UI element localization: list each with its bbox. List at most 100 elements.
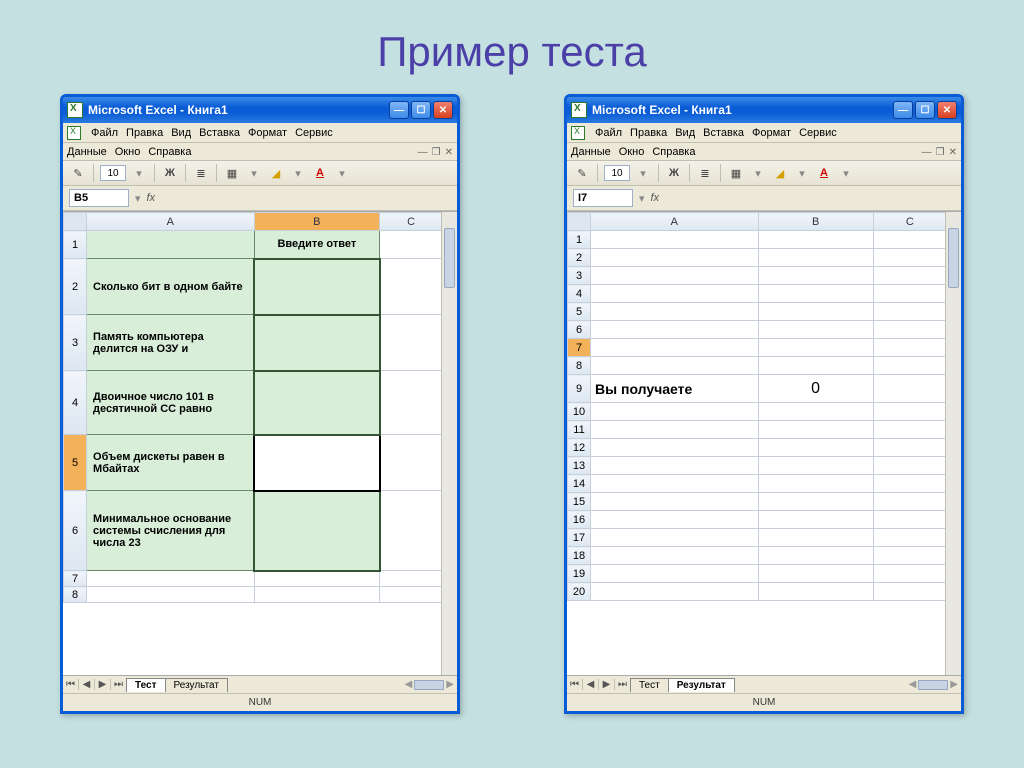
- row-header[interactable]: 8: [568, 357, 591, 375]
- tab-nav-next-icon[interactable]: ▶: [599, 679, 615, 690]
- cell[interactable]: [591, 439, 759, 457]
- cell[interactable]: [758, 457, 873, 475]
- row-header[interactable]: 13: [568, 457, 591, 475]
- cell[interactable]: [591, 565, 759, 583]
- cell[interactable]: [873, 231, 946, 249]
- row-header[interactable]: 10: [568, 403, 591, 421]
- menu-file[interactable]: Файл: [595, 127, 622, 139]
- cell[interactable]: [873, 285, 946, 303]
- menu-help[interactable]: Справка: [652, 146, 695, 158]
- doc-minimize-button[interactable]: —: [418, 147, 428, 158]
- sheet-tab-test[interactable]: Тест: [126, 678, 166, 692]
- hscroll-right-icon[interactable]: ▶: [950, 679, 958, 690]
- menu-data[interactable]: Данные: [67, 146, 107, 158]
- format-painter-icon[interactable]: ✎: [573, 164, 591, 182]
- titlebar[interactable]: Microsoft Excel - Книга1 — ☐ ✕: [567, 97, 961, 123]
- dropdown-icon[interactable]: ▾: [837, 164, 855, 182]
- row-header[interactable]: 5: [568, 303, 591, 321]
- cell[interactable]: [591, 547, 759, 565]
- format-painter-icon[interactable]: ✎: [69, 164, 87, 182]
- cell[interactable]: [873, 421, 946, 439]
- row-header[interactable]: 7: [568, 339, 591, 357]
- cell[interactable]: [591, 475, 759, 493]
- dropdown-icon[interactable]: ▾: [749, 164, 767, 182]
- menu-file[interactable]: Файл: [91, 127, 118, 139]
- row-header[interactable]: 1: [64, 231, 87, 259]
- fx-icon[interactable]: fx: [651, 192, 660, 204]
- row-header[interactable]: 6: [64, 491, 87, 571]
- cell[interactable]: [758, 303, 873, 321]
- cell[interactable]: [873, 249, 946, 267]
- font-color-button[interactable]: A: [815, 164, 833, 182]
- cell[interactable]: [758, 357, 873, 375]
- cell[interactable]: [758, 493, 873, 511]
- column-header-a[interactable]: A: [87, 213, 255, 231]
- cell[interactable]: [758, 403, 873, 421]
- cell[interactable]: [591, 403, 759, 421]
- dropdown-icon[interactable]: ▾: [130, 164, 148, 182]
- tab-nav-next-icon[interactable]: ▶: [95, 679, 111, 690]
- close-button[interactable]: ✕: [433, 101, 453, 119]
- menu-insert[interactable]: Вставка: [703, 127, 744, 139]
- sheet-tab-test[interactable]: Тест: [630, 678, 669, 692]
- font-color-button[interactable]: A: [311, 164, 329, 182]
- dropdown-icon[interactable]: ▾: [245, 164, 263, 182]
- minimize-button[interactable]: —: [893, 101, 913, 119]
- result-label-cell[interactable]: Вы получаете: [591, 375, 759, 403]
- cell[interactable]: [591, 457, 759, 475]
- cell[interactable]: [758, 511, 873, 529]
- row-header[interactable]: 2: [568, 249, 591, 267]
- column-header-b[interactable]: B: [758, 213, 873, 231]
- row-header[interactable]: 9: [568, 375, 591, 403]
- cell[interactable]: [873, 475, 946, 493]
- tab-nav-first-icon[interactable]: ⏮: [567, 679, 583, 690]
- row-header[interactable]: 5: [64, 435, 87, 491]
- menu-format[interactable]: Формат: [248, 127, 287, 139]
- sheet-tab-result[interactable]: Результат: [668, 678, 735, 692]
- menu-format[interactable]: Формат: [752, 127, 791, 139]
- cell[interactable]: [758, 421, 873, 439]
- bold-button[interactable]: Ж: [161, 164, 179, 182]
- doc-close-button[interactable]: ✕: [445, 147, 453, 158]
- dropdown-icon[interactable]: ▾: [639, 192, 645, 205]
- cell[interactable]: [758, 321, 873, 339]
- row-header[interactable]: 1: [568, 231, 591, 249]
- row-header[interactable]: 2: [64, 259, 87, 315]
- cell[interactable]: [591, 285, 759, 303]
- select-all-corner[interactable]: [64, 213, 87, 231]
- cell[interactable]: [758, 285, 873, 303]
- align-button[interactable]: ≣: [192, 164, 210, 182]
- cell[interactable]: [591, 357, 759, 375]
- hscroll-left-icon[interactable]: ◀: [405, 679, 413, 690]
- spreadsheet-grid[interactable]: A B C 1 Введите ответ 2 Сколько бит в од: [63, 211, 457, 675]
- minimize-button[interactable]: —: [389, 101, 409, 119]
- question-cell[interactable]: Память компьютера делится на ОЗУ и: [87, 315, 255, 371]
- cell[interactable]: [873, 303, 946, 321]
- cell[interactable]: [591, 249, 759, 267]
- fx-icon[interactable]: fx: [147, 192, 156, 204]
- cell[interactable]: [873, 403, 946, 421]
- cell[interactable]: [591, 493, 759, 511]
- vertical-scrollbar[interactable]: [441, 212, 457, 675]
- column-header-b[interactable]: B: [254, 213, 380, 231]
- menu-tools[interactable]: Сервис: [295, 127, 333, 139]
- cell[interactable]: [873, 583, 946, 601]
- row-header[interactable]: 12: [568, 439, 591, 457]
- column-header-c[interactable]: C: [873, 213, 946, 231]
- cell[interactable]: [758, 439, 873, 457]
- row-header[interactable]: 8: [64, 587, 87, 603]
- dropdown-icon[interactable]: ▾: [634, 164, 652, 182]
- tab-nav-last-icon[interactable]: ⏭: [111, 679, 127, 690]
- cell[interactable]: [873, 339, 946, 357]
- cell[interactable]: [591, 303, 759, 321]
- row-header[interactable]: 6: [568, 321, 591, 339]
- doc-close-button[interactable]: ✕: [949, 147, 957, 158]
- cell[interactable]: [758, 339, 873, 357]
- question-cell[interactable]: Сколько бит в одном байте: [87, 259, 255, 315]
- tab-nav-prev-icon[interactable]: ◀: [79, 679, 95, 690]
- spreadsheet-grid[interactable]: A B C 123456789Вы получаете0101112131415…: [567, 211, 961, 675]
- column-header-a[interactable]: A: [591, 213, 759, 231]
- bold-button[interactable]: Ж: [665, 164, 683, 182]
- answer-input-cell[interactable]: [254, 259, 380, 315]
- answer-input-cell[interactable]: [254, 371, 380, 435]
